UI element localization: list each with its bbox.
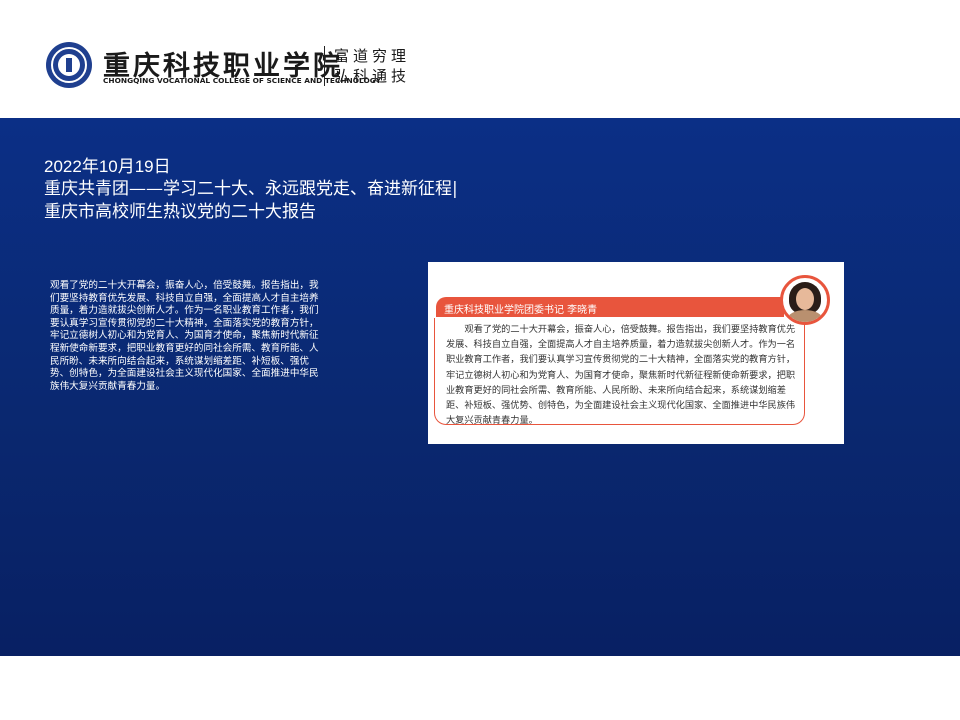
school-motto: 富道穷理 弘科通技 — [334, 46, 410, 86]
motto-line-2: 弘科通技 — [334, 67, 411, 85]
quote-text: 观看了党的二十大开幕会，振奋人心，倍受鼓舞。报告指出，我们要坚持教育优先发展、科… — [446, 324, 796, 427]
seal-emblem — [58, 54, 80, 76]
quote-speaker: 重庆科技职业学院团委书记 李晓青 — [444, 305, 598, 316]
motto-line-1: 富道穷理 — [334, 47, 411, 65]
school-seal-logo — [46, 42, 92, 88]
quote-card: 重庆科技职业学院团委书记 李晓青 观看了党的二十大开幕会，振奋人心，倍受鼓舞。报… — [428, 262, 844, 444]
speaker-avatar — [780, 275, 830, 325]
article-date: 2022年10月19日 — [44, 157, 171, 176]
article-headline-line-1: 重庆共青团——学习二十大、永远跟党走、奋进新征程| — [44, 179, 458, 199]
quote-card-header: 重庆科技职业学院团委书记 李晓青 — [436, 297, 784, 317]
article-body: 观看了党的二十大开幕会，振奋人心，倍受鼓舞。报告指出，我们要坚持教育优先发展、科… — [50, 280, 319, 392]
page-header: 重庆科技职业学院 CHONGQING VOCATIONAL COLLEGE OF… — [0, 0, 960, 118]
article-headline-line-2: 重庆市高校师生热议党的二十大报告 — [44, 202, 316, 222]
article-title-block: 2022年10月19日 重庆共青团——学习二十大、永远跟党走、奋进新征程| 重庆… — [44, 155, 458, 224]
logo-divider — [324, 46, 325, 86]
avatar-face — [796, 288, 814, 310]
